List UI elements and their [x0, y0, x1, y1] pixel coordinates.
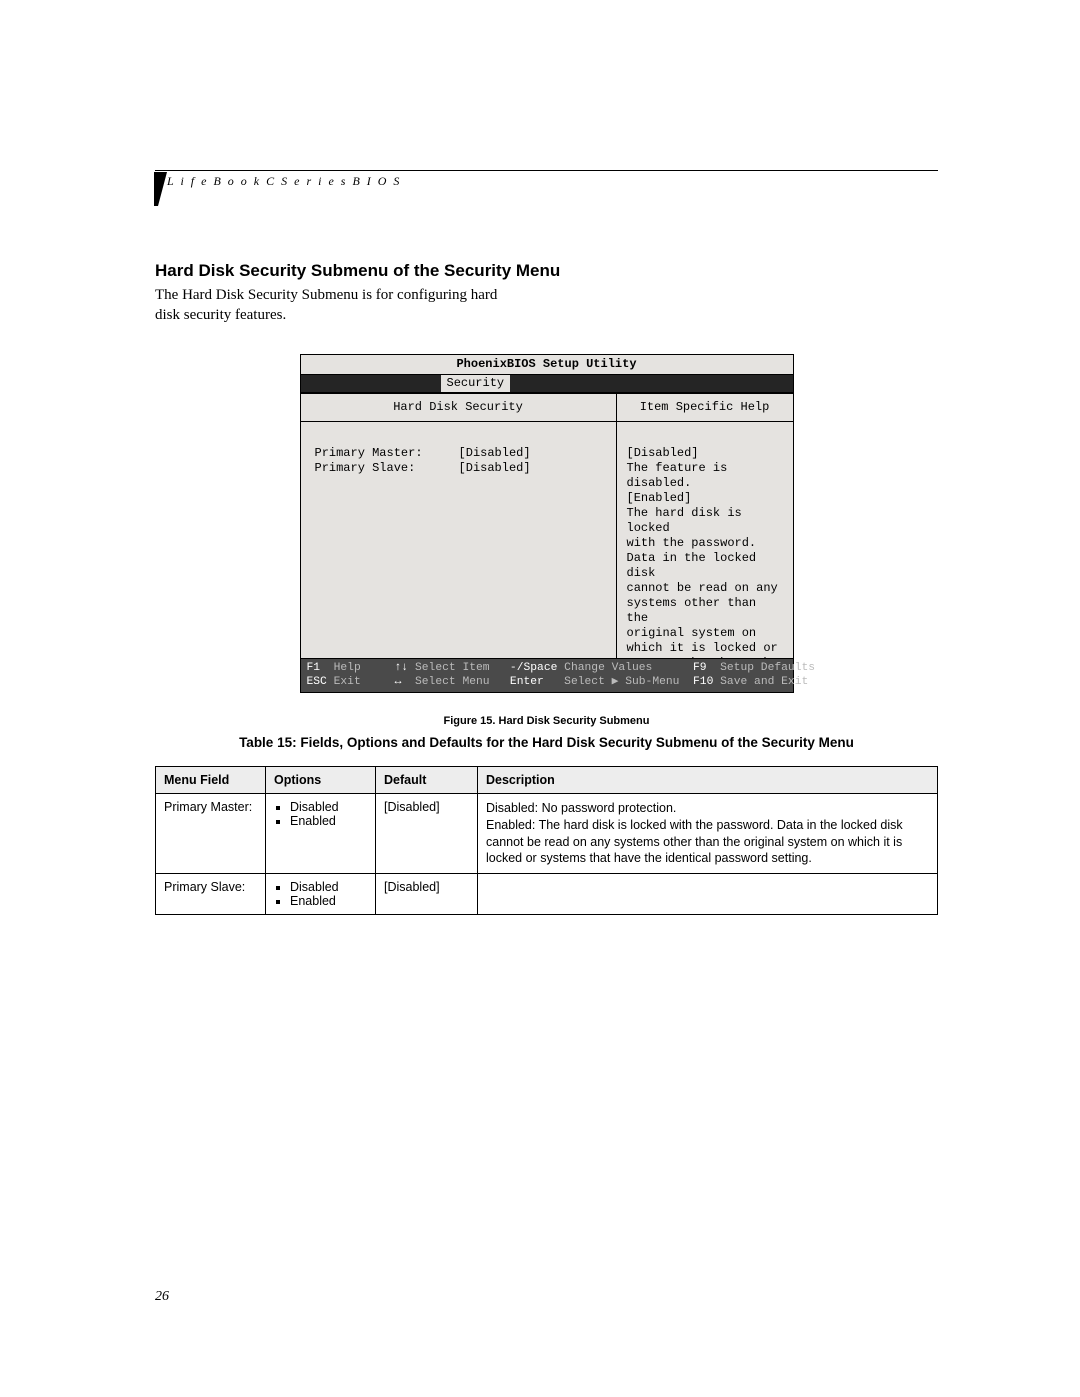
- section-paragraph: The Hard Disk Security Submenu is for co…: [155, 285, 525, 326]
- cell-description: [478, 874, 938, 915]
- bios-field-primary-master: Primary Master: [Disabled]: [315, 446, 606, 461]
- cell-options: Disabled Enabled: [266, 793, 376, 874]
- key-esc-label: Exit: [334, 676, 361, 688]
- cell-options: Disabled Enabled: [266, 874, 376, 915]
- table-row: Primary Master: Disabled Enabled [Disabl…: [156, 793, 938, 874]
- field-value: [Disabled]: [459, 446, 531, 460]
- key-f10: F10: [693, 676, 713, 688]
- options-table: Menu Field Options Default Description P…: [155, 766, 938, 916]
- field-value: [Disabled]: [459, 461, 531, 475]
- bios-screenshot: PhoenixBIOS Setup Utility Security Hard …: [300, 354, 794, 693]
- bios-right-heading: Item Specific Help: [617, 393, 793, 422]
- bios-left-column: Hard Disk Security Primary Master: [Disa…: [301, 393, 617, 658]
- header-wedge-icon: [154, 172, 167, 206]
- help-line: which it is locked or: [627, 641, 783, 656]
- bios-footer: F1 Help ↑↓ Select Item -/Space Change Va…: [301, 659, 793, 692]
- bios-left-body: Primary Master: [Disabled] Primary Slave…: [301, 422, 616, 658]
- bios-panes: Hard Disk Security Primary Master: [Disa…: [301, 393, 793, 659]
- option-item: Disabled: [290, 880, 367, 894]
- bios-left-heading: Hard Disk Security: [301, 393, 616, 422]
- help-line: The feature is disabled.: [627, 461, 783, 491]
- option-item: Enabled: [290, 814, 367, 828]
- cell-description: Disabled: No password protection. Enable…: [478, 793, 938, 874]
- help-line: original system on: [627, 626, 783, 641]
- option-item: Disabled: [290, 800, 367, 814]
- help-line: [Disabled]: [627, 446, 783, 461]
- cell-default: [Disabled]: [376, 874, 478, 915]
- document-page: L i f e B o o k C S e r i e s B I O S Ha…: [0, 0, 1080, 1397]
- rule-line: [155, 170, 938, 171]
- key-f10-label: Save and Exit: [720, 676, 808, 688]
- help-line: cannot be read on any: [627, 581, 783, 596]
- bios-tab-security: Security: [441, 375, 511, 392]
- table-header-row: Menu Field Options Default Description: [156, 766, 938, 793]
- cell-field: Primary Slave:: [156, 874, 266, 915]
- col-default: Default: [376, 766, 478, 793]
- running-head-text: L i f e B o o k C S e r i e s B I O S: [155, 170, 938, 189]
- key-leftright-label: Select Menu: [415, 676, 490, 688]
- key-minus: -/Space: [510, 662, 557, 674]
- running-head: L i f e B o o k C S e r i e s B I O S: [155, 170, 938, 189]
- help-line: with the password.: [627, 536, 783, 551]
- field-label: Primary Slave:: [315, 461, 416, 475]
- help-line: Data in the locked disk: [627, 551, 783, 581]
- help-line: [Enabled]: [627, 491, 783, 506]
- key-enter: Enter: [510, 676, 544, 688]
- tab-spacer: [301, 375, 441, 392]
- bios-right-column: Item Specific Help [Disabled] The featur…: [617, 393, 793, 658]
- key-esc: ESC: [307, 676, 327, 688]
- arrows-leftright-icon: ↔: [395, 676, 402, 688]
- page-number: 26: [155, 1289, 169, 1305]
- key-f9: F9: [693, 662, 707, 674]
- bios-tab-bar: Security: [301, 375, 793, 393]
- col-menu-field: Menu Field: [156, 766, 266, 793]
- col-options: Options: [266, 766, 376, 793]
- figure-caption: Figure 15. Hard Disk Security Submenu: [155, 715, 938, 727]
- key-enter-label: Select ▶ Sub-Menu: [564, 676, 679, 688]
- arrows-updown-icon: ↑↓: [395, 662, 409, 674]
- table-row: Primary Slave: Disabled Enabled [Disable…: [156, 874, 938, 915]
- option-item: Enabled: [290, 894, 367, 908]
- cell-field: Primary Master:: [156, 793, 266, 874]
- col-description: Description: [478, 766, 938, 793]
- key-f1: F1: [307, 662, 321, 674]
- field-label: Primary Master:: [315, 446, 423, 460]
- table-title: Table 15: Fields, Options and Defaults f…: [155, 735, 938, 750]
- key-updown-label: Select Item: [415, 662, 490, 674]
- bios-help-body: [Disabled] The feature is disabled. [Ena…: [617, 422, 793, 658]
- bios-title: PhoenixBIOS Setup Utility: [301, 355, 793, 375]
- key-f9-label: Setup Defaults: [720, 662, 815, 674]
- bios-field-primary-slave: Primary Slave: [Disabled]: [315, 461, 606, 476]
- section-heading: Hard Disk Security Submenu of the Securi…: [155, 261, 938, 281]
- cell-default: [Disabled]: [376, 793, 478, 874]
- help-line: systems that have the: [627, 656, 783, 658]
- key-minus-label: Change Values: [564, 662, 652, 674]
- key-f1-label: Help: [334, 662, 361, 674]
- help-line: The hard disk is locked: [627, 506, 783, 536]
- tab-spacer: [510, 375, 792, 392]
- help-line: systems other than the: [627, 596, 783, 626]
